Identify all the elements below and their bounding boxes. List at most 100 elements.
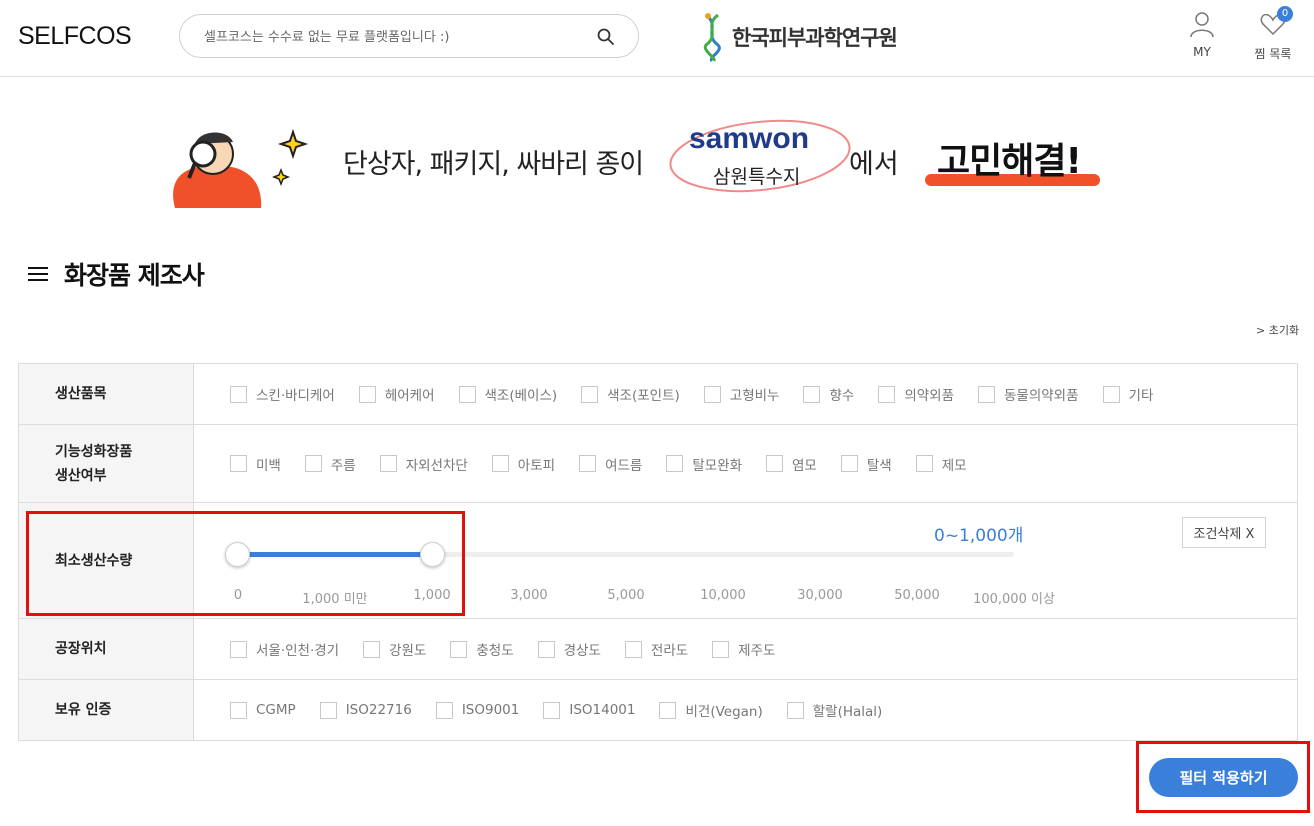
- wishlist-button[interactable]: 0 찜 목록: [1245, 6, 1301, 62]
- filter-option[interactable]: CGMP: [230, 701, 296, 719]
- slider-tick-label[interactable]: 30,000: [797, 588, 843, 603]
- filter-option[interactable]: 강원도: [363, 639, 426, 659]
- filter-option-label: 여드름: [605, 457, 643, 474]
- checkbox[interactable]: [915, 455, 933, 472]
- checkbox[interactable]: [703, 385, 721, 403]
- filter-option[interactable]: 스킨·바디케어: [230, 384, 335, 404]
- checkbox[interactable]: [230, 385, 247, 403]
- checkbox[interactable]: [803, 385, 821, 403]
- filter-option[interactable]: ISO9001: [435, 701, 520, 719]
- filter-option-label: 강원도: [389, 643, 427, 659]
- filter-option-label: 헤어케어: [384, 388, 435, 404]
- filter-option[interactable]: 의약외품: [878, 384, 954, 404]
- filter-option[interactable]: 색조(포인트): [581, 384, 680, 404]
- checkbox[interactable]: [435, 701, 453, 719]
- checkbox[interactable]: [579, 455, 597, 472]
- checkbox[interactable]: [537, 640, 555, 658]
- my-page-button[interactable]: MY: [1174, 10, 1230, 59]
- filter-option-label: 전라도: [650, 643, 689, 659]
- search-bar[interactable]: [179, 14, 639, 58]
- filter-option-label: 스킨·바디케어: [256, 388, 335, 404]
- ad-banner[interactable]: 단상자, 패키지, 싸바리 종이 samwon 삼원특수지 에서 고민해결!: [165, 119, 1125, 208]
- reset-filters-link[interactable]: > 초기화: [1256, 322, 1299, 338]
- checkbox[interactable]: [450, 640, 468, 658]
- filter-option[interactable]: 충청도: [450, 639, 514, 659]
- filter-option[interactable]: 탈색: [840, 454, 892, 474]
- site-logo[interactable]: SELFCOS: [18, 22, 132, 51]
- checkbox[interactable]: [766, 455, 784, 472]
- search-icon[interactable]: [596, 27, 616, 47]
- checkbox[interactable]: [581, 385, 599, 403]
- filter-option[interactable]: 비건(Vegan): [659, 700, 763, 720]
- banner-text-from: 에서: [849, 149, 899, 180]
- search-input[interactable]: [204, 26, 584, 48]
- filter-option[interactable]: 전라도: [624, 639, 689, 659]
- checkbox[interactable]: [230, 640, 247, 658]
- filter-option[interactable]: 색조(베이스): [458, 384, 557, 404]
- filter-option[interactable]: 동물의약외품: [978, 384, 1079, 404]
- filter-option[interactable]: 주름: [304, 454, 356, 474]
- product-options: 스킨·바디케어 헤어케어 색조(베이스) 색조(포인트) 고형비누 향수 의약외품 동물의약외…: [194, 364, 1297, 424]
- checkbox[interactable]: [319, 701, 337, 719]
- filter-option[interactable]: 제주도: [712, 639, 775, 659]
- slider-tick-label[interactable]: 50,000: [894, 588, 940, 603]
- checkbox[interactable]: [786, 701, 804, 719]
- checkbox[interactable]: [358, 385, 376, 403]
- wishlist-count-badge: 0: [1277, 6, 1293, 22]
- filter-option[interactable]: 자외선차단: [379, 454, 468, 474]
- filter-option-label: ISO9001: [461, 702, 520, 718]
- slider-tick-label[interactable]: 10,000: [700, 588, 746, 603]
- filter-option[interactable]: 향수: [803, 384, 854, 404]
- filter-option[interactable]: 고형비누: [703, 384, 779, 404]
- filter-option[interactable]: 할랄(Halal): [786, 700, 882, 720]
- filter-option[interactable]: 제모: [915, 454, 967, 474]
- filter-option[interactable]: 미백: [230, 454, 281, 474]
- checkbox[interactable]: [978, 385, 995, 403]
- checkbox[interactable]: [304, 455, 322, 472]
- filter-option[interactable]: 염모: [766, 454, 817, 474]
- apply-filter-button[interactable]: 필터 적용하기: [1149, 758, 1298, 797]
- checkbox[interactable]: [659, 701, 677, 719]
- filter-option-label: 충청도: [476, 643, 514, 659]
- filter-option-label: CGMP: [256, 702, 296, 718]
- checkbox[interactable]: [363, 640, 381, 658]
- checkbox[interactable]: [230, 455, 247, 472]
- filter-option[interactable]: 서울·인천·경기: [230, 639, 339, 659]
- checkbox[interactable]: [379, 455, 397, 472]
- filter-option[interactable]: 기타: [1102, 384, 1153, 404]
- checkbox[interactable]: [840, 455, 858, 472]
- partner-logo[interactable]: 한국피부과학연구원: [700, 10, 898, 64]
- checkbox[interactable]: [1102, 385, 1120, 403]
- filter-option[interactable]: 경상도: [537, 639, 601, 659]
- filter-option-label: 탈모완화: [692, 457, 743, 474]
- filter-option[interactable]: ISO22716: [319, 701, 412, 719]
- filter-option[interactable]: 헤어케어: [358, 384, 435, 404]
- filter-label-location: 공장위치: [19, 619, 194, 679]
- slider-tick-label[interactable]: 3,000: [510, 588, 547, 603]
- slider-tick-label[interactable]: 100,000 이상: [973, 588, 1055, 607]
- filter-option[interactable]: 여드름: [579, 454, 642, 474]
- samwon-logo: samwon 삼원특수지: [665, 118, 855, 198]
- checkbox[interactable]: [712, 640, 730, 658]
- filter-option-label: 비건(Vegan): [685, 704, 763, 720]
- checkbox[interactable]: [543, 701, 561, 719]
- slider-tick-label[interactable]: 5,000: [607, 588, 644, 603]
- filter-row-location: 공장위치 서울·인천·경기 강원도 충청도 경상도 전라도 제주도: [19, 619, 1297, 680]
- filter-option-label: 염모: [792, 457, 817, 474]
- checkbox[interactable]: [458, 385, 476, 403]
- checkbox[interactable]: [491, 455, 509, 472]
- my-label: MY: [1193, 45, 1211, 59]
- filter-label-product: 생산품목: [19, 364, 194, 424]
- checkbox[interactable]: [878, 385, 896, 403]
- clear-condition-button[interactable]: 조건삭제 X: [1182, 517, 1266, 548]
- hamburger-menu-icon[interactable]: [28, 266, 48, 282]
- location-options: 서울·인천·경기 강원도 충청도 경상도 전라도 제주도: [194, 619, 1297, 679]
- filter-option[interactable]: 아토피: [491, 454, 555, 474]
- filter-option[interactable]: ISO14001: [543, 701, 635, 719]
- filter-option-label: 서울·인천·경기: [256, 643, 340, 659]
- checkbox[interactable]: [666, 455, 684, 472]
- filter-option[interactable]: 탈모완화: [666, 454, 742, 474]
- checkbox[interactable]: [230, 701, 247, 719]
- banner-text-products: 단상자, 패키지, 싸바리 종이: [343, 149, 644, 180]
- checkbox[interactable]: [624, 640, 642, 658]
